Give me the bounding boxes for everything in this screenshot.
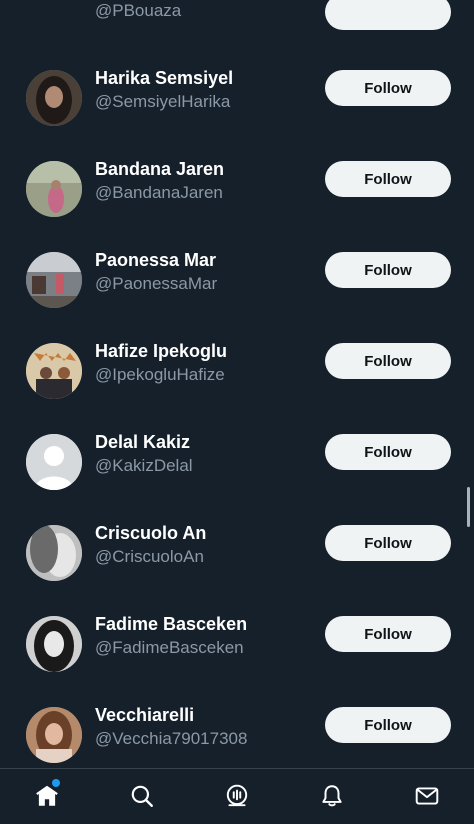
follow-button[interactable]: Follow [325,707,451,743]
list-item[interactable]: Paonessa Mar @PaonessaMar Follow [0,234,474,324]
follow-button[interactable] [325,0,451,30]
user-handle: @SemsiyelHarika [95,92,231,111]
list-item[interactable]: Bandana Jaren @BandanaJaren Follow [0,143,474,233]
spaces-icon [224,783,250,809]
follow-button[interactable]: Follow [325,161,451,197]
avatar[interactable] [26,434,82,490]
tab-messages[interactable] [412,781,442,811]
follow-button[interactable]: Follow [325,616,451,652]
user-handle: @PaonessaMar [95,274,218,293]
user-list[interactable]: @PBouaza Harika Semsiyel @SemsiyelHarika… [0,0,474,768]
avatar[interactable] [26,70,82,126]
follow-button[interactable]: Follow [325,525,451,561]
user-name[interactable]: Paonessa Mar [95,250,216,271]
user-name[interactable]: Hafize Ipekoglu [95,341,227,362]
user-handle: @CriscuoloAn [95,547,204,566]
user-name[interactable]: Delal Kakiz [95,432,190,453]
follow-button[interactable]: Follow [325,434,451,470]
notifications-icon [319,783,345,809]
list-item[interactable]: @PBouaza [0,0,474,30]
user-name[interactable]: Harika Semsiyel [95,68,233,89]
list-item[interactable]: Vecchiarelli @Vecchia79017308 Follow [0,689,474,768]
user-name[interactable]: Bandana Jaren [95,159,224,180]
notification-dot [52,779,60,787]
list-item[interactable]: Hafize Ipekoglu @IpekogluHafize Follow [0,325,474,415]
list-item[interactable]: Fadime Basceken @FadimeBasceken Follow [0,598,474,688]
user-handle: @IpekogluHafize [95,365,225,384]
avatar[interactable] [26,525,82,581]
user-handle: @BandanaJaren [95,183,223,202]
list-item[interactable]: Harika Semsiyel @SemsiyelHarika Follow [0,52,474,142]
avatar[interactable] [26,343,82,399]
bottom-tab-bar [0,768,474,824]
tab-spaces[interactable] [222,781,252,811]
list-item[interactable]: Criscuolo An @CriscuoloAn Follow [0,507,474,597]
tab-notifications[interactable] [317,781,347,811]
scrollbar[interactable] [467,487,470,527]
follow-button[interactable]: Follow [325,70,451,106]
user-handle: @PBouaza [95,1,182,20]
avatar[interactable] [26,252,82,308]
follow-button[interactable]: Follow [325,343,451,379]
avatar[interactable] [26,707,82,763]
list-item[interactable]: Delal Kakiz @KakizDelal Follow [0,416,474,506]
user-handle: @KakizDelal [95,456,193,475]
avatar[interactable] [26,161,82,217]
user-name[interactable]: Fadime Basceken [95,614,247,635]
follow-button[interactable]: Follow [325,252,451,288]
user-name[interactable]: Criscuolo An [95,523,206,544]
user-handle: @Vecchia79017308 [95,729,248,748]
user-name[interactable]: Vecchiarelli [95,705,194,726]
user-handle: @FadimeBasceken [95,638,244,657]
follow-suggestions-screen: @PBouaza Harika Semsiyel @SemsiyelHarika… [0,0,474,824]
messages-icon [414,783,440,809]
search-icon [129,783,155,809]
avatar[interactable] [26,616,82,672]
tab-search[interactable] [127,781,157,811]
